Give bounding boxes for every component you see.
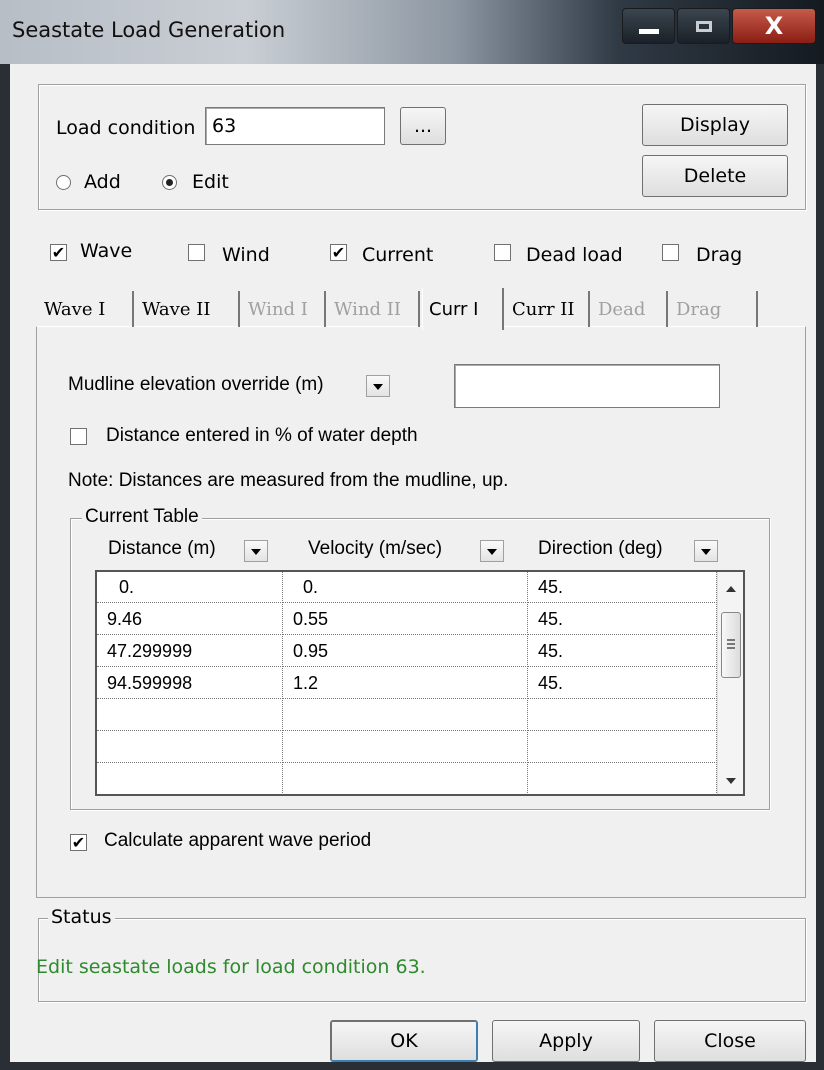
close-icon: X xyxy=(764,12,784,40)
tab-dead[interactable]: Dead xyxy=(592,291,668,327)
title-bar[interactable]: Seastate Load Generation X xyxy=(0,0,824,64)
ok-button[interactable]: OK xyxy=(330,1020,478,1062)
table-cell[interactable] xyxy=(97,764,283,794)
status-caption: Status xyxy=(48,906,115,928)
radio-selected-dot xyxy=(166,179,173,186)
window-frame-right xyxy=(816,64,824,1070)
tab-wind-i[interactable]: Wind I xyxy=(242,291,326,327)
tab-wind-ii[interactable]: Wind II xyxy=(328,291,420,327)
table-row[interactable]: 94.599998 1.2 45. xyxy=(97,668,717,700)
display-button[interactable]: Display xyxy=(642,104,788,146)
tab-wave-ii[interactable]: Wave II xyxy=(136,291,240,327)
table-row[interactable]: 0. 0. 45. xyxy=(97,572,717,604)
mudline-units-dropdown[interactable] xyxy=(366,375,390,397)
table-cell[interactable]: 45. xyxy=(528,572,717,603)
table-scrollbar[interactable] xyxy=(717,572,743,794)
current-checkbox-label: Current xyxy=(362,244,434,266)
current-table-grid[interactable]: 0. 0. 45. 9.46 0.55 45. 47.299999 0.95 4… xyxy=(95,570,745,796)
table-cell[interactable]: 9.46 xyxy=(97,604,283,635)
table-cell[interactable] xyxy=(283,764,528,794)
table-cell[interactable]: 45. xyxy=(528,636,717,667)
table-cell[interactable] xyxy=(283,700,528,731)
close-button[interactable]: Close xyxy=(654,1020,806,1062)
percent-depth-label: Distance entered in % of water depth xyxy=(106,425,418,446)
table-row[interactable] xyxy=(97,732,717,764)
dead-load-checkbox[interactable] xyxy=(494,244,511,261)
table-cell[interactable] xyxy=(283,732,528,763)
current-checkbox[interactable]: ✔ xyxy=(330,244,347,261)
load-condition-input[interactable]: 63 xyxy=(205,107,385,145)
wave-checkbox-label: Wave xyxy=(80,240,133,262)
table-cell[interactable]: 45. xyxy=(528,668,717,699)
status-text: Edit seastate loads for load condition 6… xyxy=(36,956,426,978)
add-radio-label: Add xyxy=(84,171,121,193)
scroll-up-icon[interactable] xyxy=(726,586,736,592)
wind-checkbox[interactable] xyxy=(188,244,205,261)
note-text: Note: Distances are measured from the mu… xyxy=(68,470,509,491)
dead-load-checkbox-label: Dead load xyxy=(526,244,623,266)
minimize-button[interactable] xyxy=(622,8,675,44)
dialog-window: Seastate Load Generation X Load conditio… xyxy=(0,0,824,1070)
drag-checkbox[interactable] xyxy=(662,244,679,261)
drag-checkbox-label: Drag xyxy=(696,244,743,266)
direction-units-dropdown[interactable] xyxy=(694,540,718,562)
velocity-units-dropdown[interactable] xyxy=(480,540,504,562)
table-cell[interactable]: 94.599998 xyxy=(97,668,283,699)
table-cell[interactable]: 1.2 xyxy=(283,668,528,699)
browse-button[interactable]: ... xyxy=(400,107,446,145)
mudline-input[interactable] xyxy=(454,364,720,408)
table-row[interactable]: 9.46 0.55 45. xyxy=(97,604,717,636)
tab-curr-i[interactable]: Curr I xyxy=(422,288,504,330)
table-cell[interactable] xyxy=(97,700,283,731)
apparent-period-checkbox[interactable]: ✔ xyxy=(70,834,87,851)
edit-radio-label: Edit xyxy=(192,171,229,193)
mudline-label: Mudline elevation override (m) xyxy=(68,374,324,395)
window-frame-bottom xyxy=(0,1062,824,1070)
tab-curr-ii[interactable]: Curr II xyxy=(506,291,590,327)
apparent-period-label: Calculate apparent wave period xyxy=(104,830,372,851)
table-cell[interactable] xyxy=(97,732,283,763)
edit-radio[interactable] xyxy=(162,175,177,190)
column-header-distance: Distance (m) xyxy=(108,538,216,559)
column-header-velocity: Velocity (m/sec) xyxy=(308,538,443,559)
close-window-button[interactable]: X xyxy=(732,8,816,44)
delete-button[interactable]: Delete xyxy=(642,155,788,197)
table-cell[interactable]: 45. xyxy=(528,604,717,635)
tab-wave-i[interactable]: Wave I xyxy=(38,291,134,327)
current-table-caption: Current Table xyxy=(82,506,202,528)
apply-button[interactable]: Apply xyxy=(492,1020,640,1062)
table-cell[interactable]: 0. xyxy=(97,572,283,603)
scroll-thumb[interactable] xyxy=(721,612,741,678)
load-condition-label: Load condition xyxy=(56,117,196,139)
wave-checkbox[interactable]: ✔ xyxy=(50,244,67,261)
table-cell[interactable]: 47.299999 xyxy=(97,636,283,667)
distance-units-dropdown[interactable] xyxy=(244,540,268,562)
column-header-direction: Direction (deg) xyxy=(538,538,663,559)
table-cell[interactable] xyxy=(528,700,717,731)
grip-icon xyxy=(727,639,735,641)
table-cell[interactable] xyxy=(528,732,717,763)
table-cell[interactable]: 0.55 xyxy=(283,604,528,635)
add-radio[interactable] xyxy=(56,175,71,190)
table-cell[interactable]: 0.95 xyxy=(283,636,528,667)
window-title: Seastate Load Generation xyxy=(12,18,286,42)
maximize-button[interactable] xyxy=(677,8,730,44)
tab-drag[interactable]: Drag xyxy=(670,291,758,327)
window-frame-left xyxy=(0,64,10,1070)
table-row[interactable] xyxy=(97,700,717,732)
minimize-icon xyxy=(638,28,659,34)
scroll-down-icon[interactable] xyxy=(726,778,736,784)
maximize-icon xyxy=(695,20,712,32)
table-row[interactable]: 47.299999 0.95 45. xyxy=(97,636,717,668)
table-cell[interactable] xyxy=(528,764,717,794)
percent-depth-checkbox[interactable] xyxy=(70,428,87,445)
wind-checkbox-label: Wind xyxy=(222,244,270,266)
table-row[interactable] xyxy=(97,764,717,794)
table-cell[interactable]: 0. xyxy=(283,572,528,603)
